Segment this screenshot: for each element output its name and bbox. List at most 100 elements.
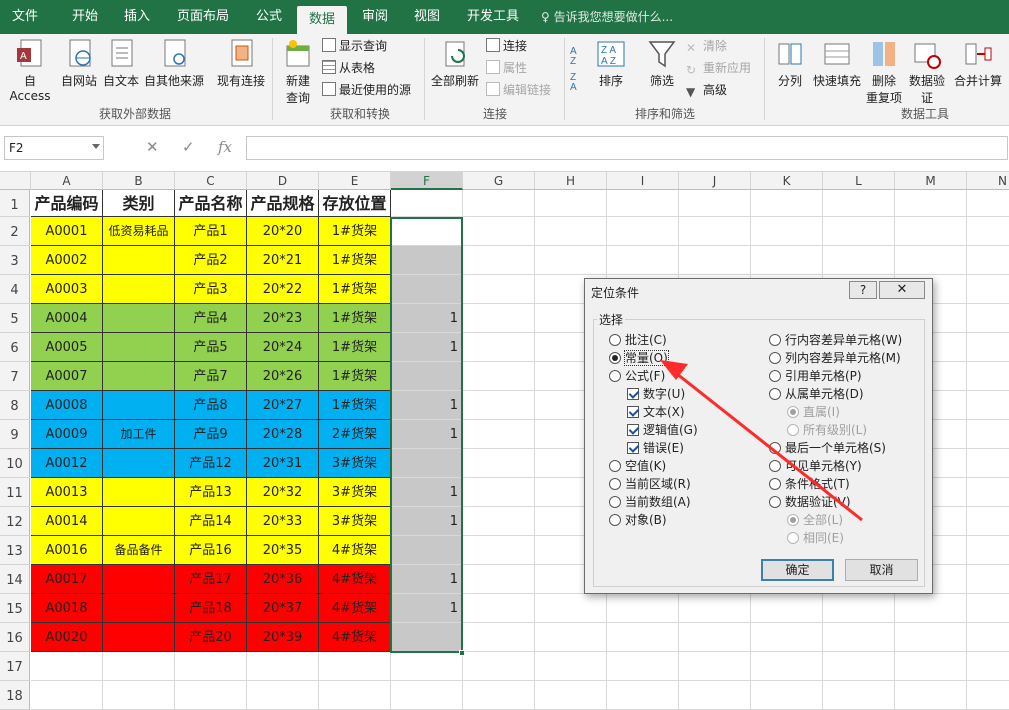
cell-d12[interactable]: 20*33 [247,507,319,536]
cell-b7[interactable] [103,362,175,391]
cell-e4[interactable]: 1#货架 [319,275,391,304]
cell-j17[interactable] [679,652,751,681]
cell-m3[interactable] [895,246,967,275]
cell-h18[interactable] [535,681,607,710]
cell-g15[interactable] [463,594,535,623]
cell-c2[interactable]: 产品1 [175,217,247,246]
cell-d9[interactable]: 20*28 [247,420,319,449]
cell-n11[interactable] [967,478,1009,507]
cell-g18[interactable] [463,681,535,710]
cell-a11[interactable]: A0013 [31,478,103,507]
cell-n12[interactable] [967,507,1009,536]
column-header-j[interactable]: J [679,172,751,190]
cell-b11[interactable] [103,478,175,507]
cell-a6[interactable]: A0005 [31,333,103,362]
cell-m17[interactable] [895,652,967,681]
cell-b3[interactable] [103,246,175,275]
cell-k17[interactable] [751,652,823,681]
cell-a10[interactable]: A0012 [31,449,103,478]
cell-b17[interactable] [103,652,175,681]
cell-e16[interactable]: 4#货架 [319,623,391,652]
cell-f9[interactable]: 1 [391,420,463,449]
radio-unselected[interactable] [769,478,781,490]
cell-i17[interactable] [607,652,679,681]
cell-h3[interactable] [535,246,607,275]
cell-c15[interactable]: 产品18 [175,594,247,623]
cell-a17[interactable] [31,652,103,681]
radio-selected[interactable] [787,406,799,418]
cell-g6[interactable] [463,333,535,362]
existing-connections-button[interactable]: 现有连接 [214,38,268,89]
connections-button[interactable]: 连接 [486,36,527,56]
column-header-a[interactable]: A [31,172,103,190]
cell-m16[interactable] [895,623,967,652]
radio-unselected[interactable] [609,334,621,346]
tell-me-search[interactable]: ♀ 告诉我您想要做什么... [541,0,673,34]
cell-n14[interactable] [967,565,1009,594]
cell-l15[interactable] [823,594,895,623]
option-right_options-4[interactable]: 直属(I) [787,403,840,421]
text-to-columns-button[interactable]: 分列 [770,38,810,89]
tab-data[interactable]: 数据 [297,6,347,34]
row-header-17[interactable]: 17 [0,652,30,681]
column-header-e[interactable]: E [319,172,391,190]
cell-a14[interactable]: A0017 [31,565,103,594]
cell-j18[interactable] [679,681,751,710]
option-left_options-9[interactable]: 当前数组(A) [609,493,691,511]
option-left_options-1[interactable]: 常量(O) [609,349,669,367]
cell-a15[interactable]: A0018 [31,594,103,623]
column-header-k[interactable]: K [751,172,823,190]
cell-l2[interactable] [823,217,895,246]
cell-b9[interactable]: 加工件 [103,420,175,449]
row-header-9[interactable]: 9 [0,420,30,449]
option-right_options-3[interactable]: 从属单元格(D) [769,385,864,403]
radio-unselected[interactable] [769,496,781,508]
column-header-g[interactable]: G [463,172,535,190]
cell-f7[interactable] [391,362,463,391]
option-left_options-4[interactable]: 文本(X) [627,403,685,421]
cell-c17[interactable] [175,652,247,681]
cell-h2[interactable] [535,217,607,246]
cell-n5[interactable] [967,304,1009,333]
row-header-3[interactable]: 3 [0,246,30,275]
cell-k1[interactable] [751,190,823,217]
close-button[interactable]: ✕ [879,281,925,299]
from-table-button[interactable]: 从表格 [322,58,375,78]
checkbox-checked[interactable] [627,406,639,418]
cell-d6[interactable]: 20*24 [247,333,319,362]
cell-n7[interactable] [967,362,1009,391]
cell-d4[interactable]: 20*22 [247,275,319,304]
cell-d16[interactable]: 20*39 [247,623,319,652]
from-web-button[interactable]: 自网站 [58,38,100,89]
cell-k16[interactable] [751,623,823,652]
cell-e10[interactable]: 3#货架 [319,449,391,478]
cell-e17[interactable] [319,652,391,681]
cell-d10[interactable]: 20*31 [247,449,319,478]
cell-l3[interactable] [823,246,895,275]
cell-c16[interactable]: 产品20 [175,623,247,652]
cell-d17[interactable] [247,652,319,681]
cell-b1[interactable]: 类别 [103,190,175,217]
radio-unselected[interactable] [769,442,781,454]
cell-b18[interactable] [103,681,175,710]
cell-e13[interactable]: 4#货架 [319,536,391,565]
properties-button[interactable]: 属性 [486,58,527,78]
cell-a8[interactable]: A0008 [31,391,103,420]
radio-unselected[interactable] [609,460,621,472]
option-right_options-11[interactable]: 相同(E) [787,529,844,547]
row-header-1[interactable]: 1 [0,190,30,217]
cell-h15[interactable] [535,594,607,623]
radio-unselected[interactable] [787,532,799,544]
row-header-14[interactable]: 14 [0,565,30,594]
flash-fill-button[interactable]: 快速填充 [810,38,864,89]
row-header-16[interactable]: 16 [0,623,30,652]
radio-unselected[interactable] [769,388,781,400]
cell-f11[interactable]: 1 [391,478,463,507]
cell-c4[interactable]: 产品3 [175,275,247,304]
cell-a13[interactable]: A0016 [31,536,103,565]
tab-review[interactable]: 审阅 [352,0,398,34]
cell-n16[interactable] [967,623,1009,652]
cell-m15[interactable] [895,594,967,623]
cell-g13[interactable] [463,536,535,565]
tab-page-layout[interactable]: 页面布局 [170,0,236,34]
